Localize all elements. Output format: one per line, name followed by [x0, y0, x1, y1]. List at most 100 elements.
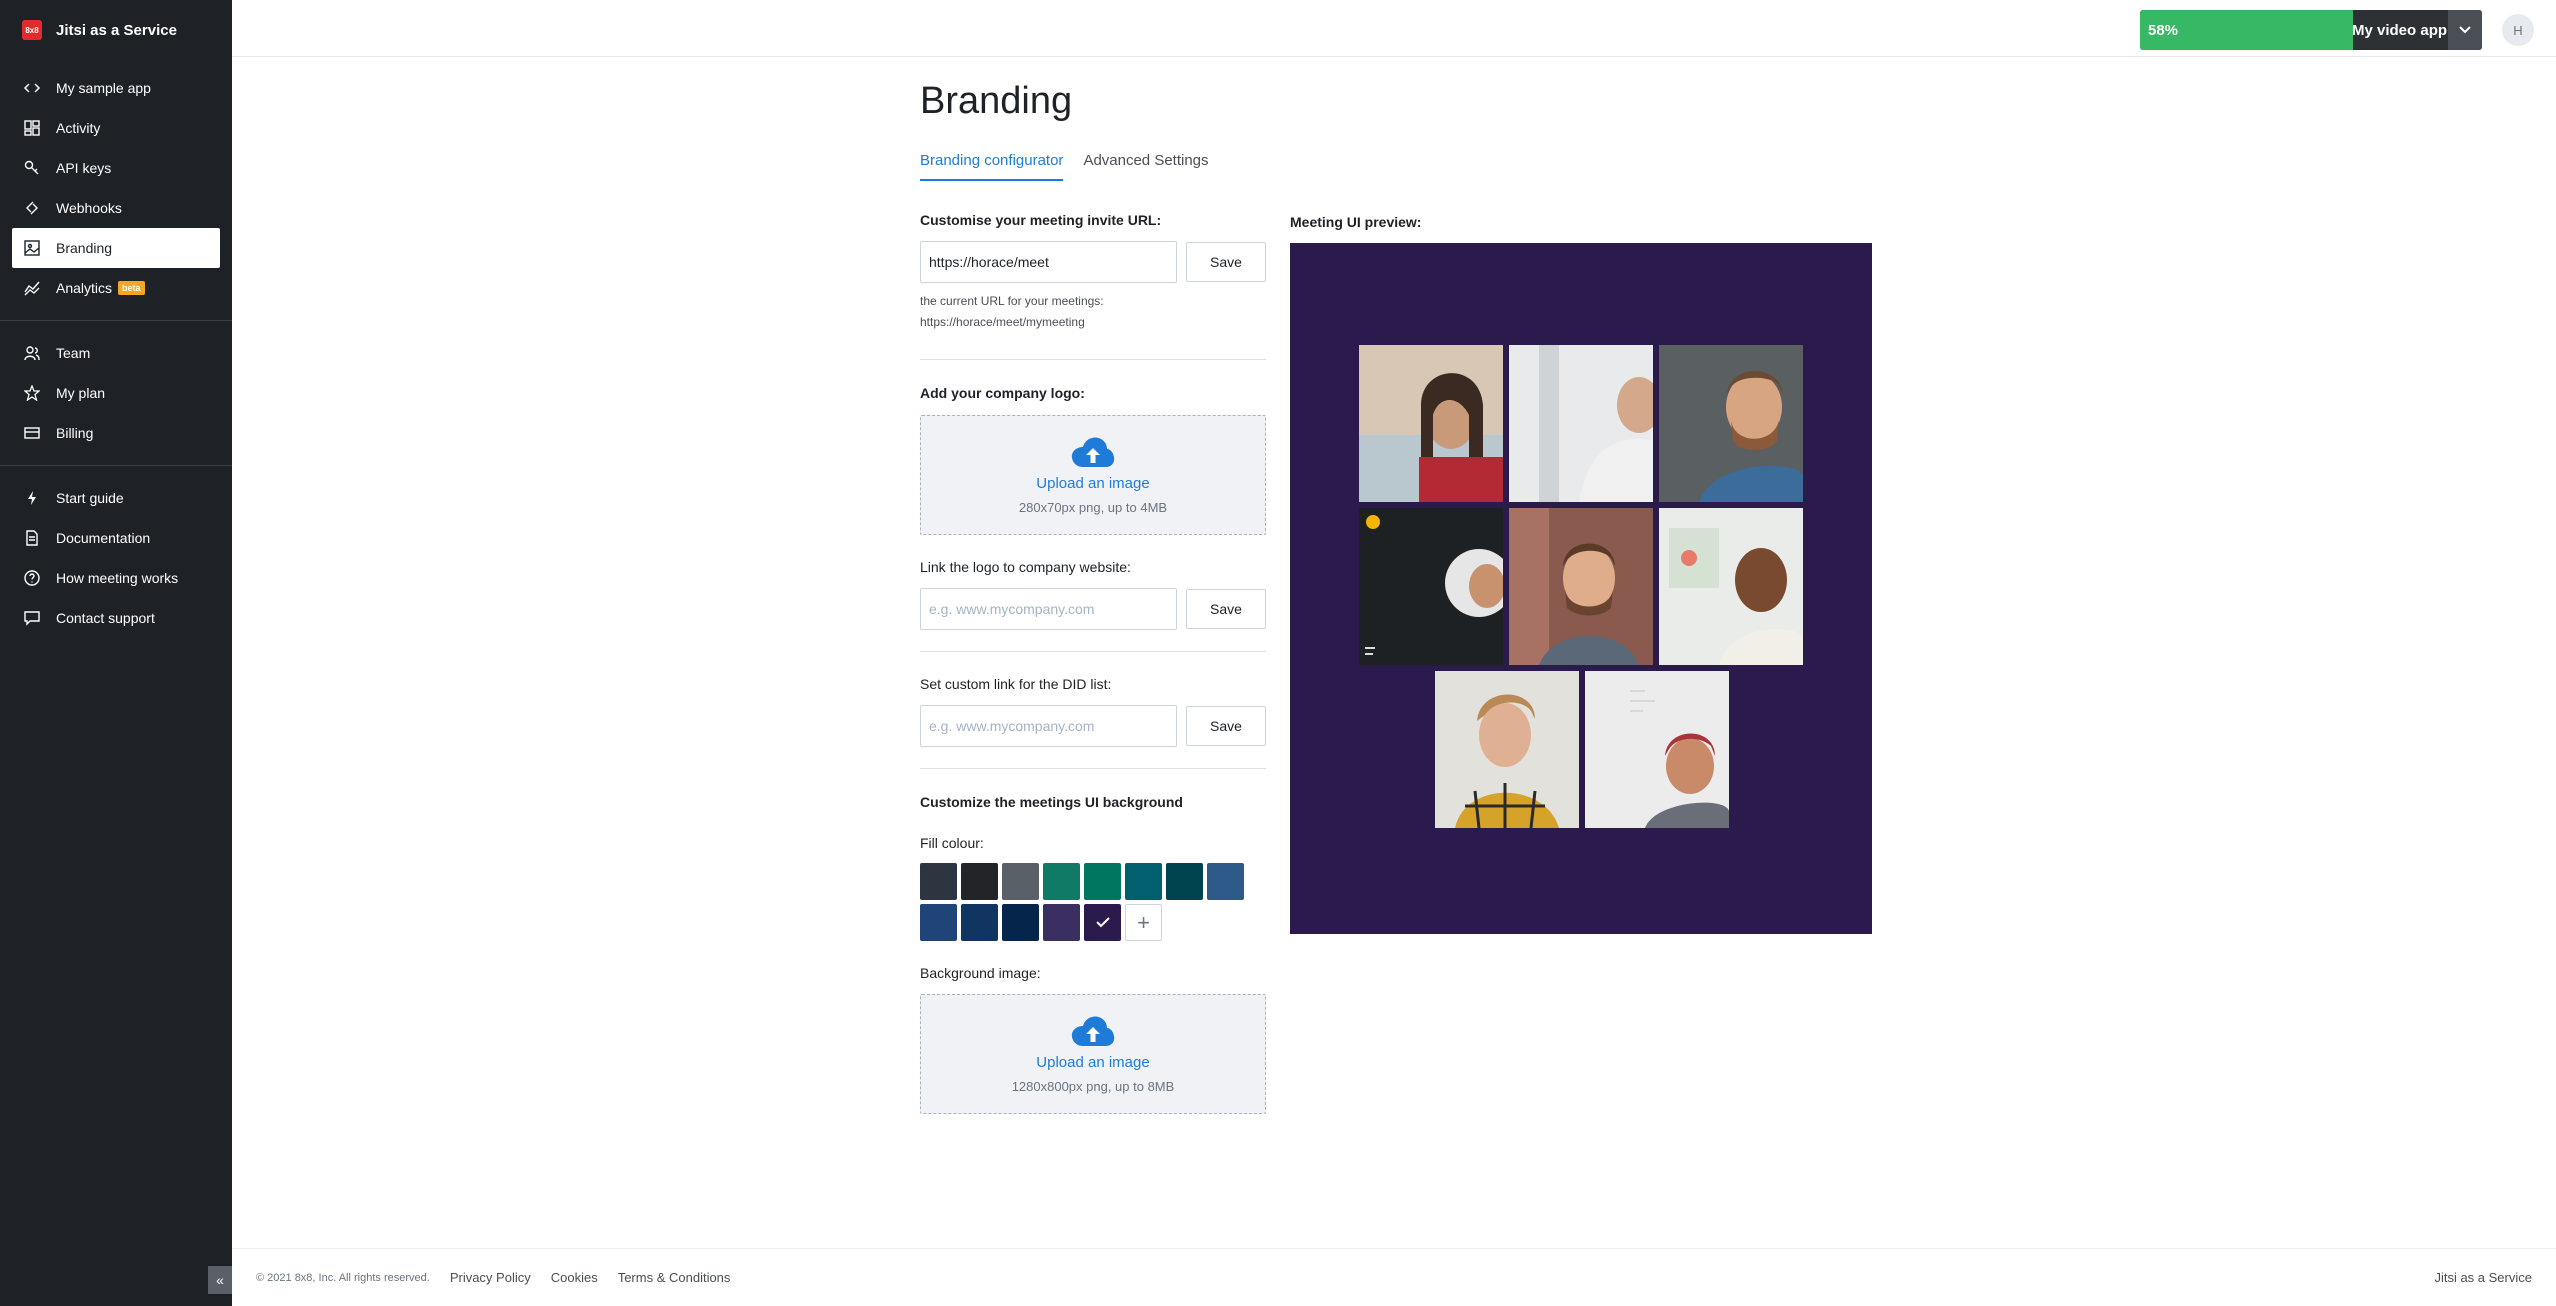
- sidebar-item-label: Start guide: [56, 490, 124, 506]
- help-icon: [24, 570, 40, 586]
- divider: [920, 359, 1266, 360]
- nav-divider: [0, 465, 232, 466]
- sidebar-item-analytics[interactable]: Analytics beta: [12, 268, 220, 308]
- sidebar-item-contact-support[interactable]: Contact support: [12, 598, 220, 638]
- setup-progress-bar: 58%: [2140, 10, 2353, 50]
- current-url-hint: the current URL for your meetings:: [920, 294, 1104, 308]
- participant-video: [1585, 671, 1729, 828]
- sidebar-item-label: Webhooks: [56, 200, 122, 216]
- sidebar-item-label: Branding: [56, 240, 113, 256]
- colour-swatch[interactable]: [920, 863, 957, 900]
- terms-link[interactable]: Terms & Conditions: [618, 1270, 731, 1285]
- cloud-upload-icon: [1071, 437, 1115, 467]
- invite-url-label: Customise your meeting invite URL:: [920, 212, 1162, 228]
- colour-swatch[interactable]: [1125, 863, 1162, 900]
- sidebar-item-label: My sample app: [56, 80, 151, 96]
- chat-icon: [24, 610, 40, 626]
- participant-video: [1435, 671, 1579, 828]
- participant-video: [1359, 508, 1503, 665]
- colour-swatch[interactable]: [1084, 863, 1121, 900]
- tab-advanced-settings[interactable]: Advanced Settings: [1083, 152, 1208, 181]
- sidebar-item-activity[interactable]: Activity: [12, 108, 220, 148]
- brand[interactable]: 8x8 Jitsi as a Service: [22, 20, 177, 40]
- colour-swatches: +: [920, 863, 1266, 941]
- sidebar-item-label: Team: [56, 345, 91, 361]
- sidebar-item-label: Contact support: [56, 610, 155, 626]
- sidebar-item-start-guide[interactable]: Start guide: [12, 478, 220, 518]
- meeting-ui-preview: [1290, 243, 1872, 934]
- sidebar-item-documentation[interactable]: Documentation: [12, 518, 220, 558]
- footer-brand: Jitsi as a Service: [2434, 1270, 2532, 1285]
- add-colour-button[interactable]: +: [1125, 904, 1162, 941]
- participant-video: [1659, 508, 1803, 665]
- sidebar-item-team[interactable]: Team: [12, 333, 220, 373]
- colour-swatch[interactable]: [920, 904, 957, 941]
- colour-swatch[interactable]: [961, 904, 998, 941]
- colour-swatch[interactable]: [1002, 904, 1039, 941]
- sidebar-item-branding[interactable]: Branding: [12, 228, 220, 268]
- privacy-policy-link[interactable]: Privacy Policy: [450, 1270, 531, 1285]
- brand-logo: 8x8: [22, 20, 42, 40]
- company-logo-label: Add your company logo:: [920, 385, 1085, 401]
- participant-video: [1659, 345, 1803, 502]
- avatar[interactable]: H: [2502, 14, 2534, 46]
- beta-badge: beta: [118, 281, 145, 295]
- code-icon: [24, 80, 40, 96]
- sidebar-item-billing[interactable]: Billing: [12, 413, 220, 453]
- card-icon: [24, 425, 40, 441]
- logo-upload-area[interactable]: Upload an image 280x70px png, up to 4MB: [920, 415, 1266, 535]
- sidebar-item-how-meeting-works[interactable]: How meeting works: [12, 558, 220, 598]
- team-icon: [24, 345, 40, 361]
- topbar: 58% My video app H: [232, 0, 2556, 57]
- colour-swatch[interactable]: [1043, 863, 1080, 900]
- sidebar-item-my-sample-app[interactable]: My sample app: [12, 68, 220, 108]
- image-icon: [24, 240, 40, 256]
- sidebar-item-label: My plan: [56, 385, 106, 401]
- app-switcher[interactable]: 58% My video app: [2140, 10, 2482, 50]
- branding-form: Customise your meeting invite URL: https…: [920, 200, 1266, 1114]
- lightning-icon: [24, 490, 40, 506]
- chart-icon: [24, 280, 40, 296]
- logo-website-input[interactable]: [920, 588, 1177, 630]
- app-switcher-dropdown[interactable]: [2448, 10, 2482, 50]
- background-heading: Customize the meetings UI background: [920, 794, 1183, 810]
- collapse-sidebar-button[interactable]: «: [208, 1266, 232, 1294]
- chevron-down-icon: [2459, 26, 2471, 34]
- fill-colour-label: Fill colour:: [920, 835, 984, 851]
- upload-image-link[interactable]: Upload an image: [1036, 1054, 1149, 1071]
- sidebar-nav: My sample app Activity API keys Webhooks…: [0, 68, 232, 638]
- document-icon: [24, 530, 40, 546]
- sidebar-item-label: Analytics: [56, 280, 113, 296]
- sidebar-item-my-plan[interactable]: My plan: [12, 373, 220, 413]
- upload-image-link[interactable]: Upload an image: [1036, 475, 1149, 492]
- copyright: © 2021 8x8, Inc. All rights reserved.: [256, 1271, 430, 1284]
- footer: © 2021 8x8, Inc. All rights reserved. Pr…: [232, 1248, 2556, 1306]
- background-upload-area[interactable]: Upload an image 1280x800px png, up to 8M…: [920, 994, 1266, 1114]
- save-did-link-button[interactable]: Save: [1186, 706, 1266, 746]
- current-url: https://horace/meet/mymeeting: [920, 315, 1085, 329]
- sidebar-item-label: Billing: [56, 425, 94, 441]
- did-link-input[interactable]: [920, 705, 1177, 747]
- save-logo-website-button[interactable]: Save: [1186, 589, 1266, 629]
- tabs: Branding configurator Advanced Settings: [920, 152, 1209, 181]
- colour-swatch[interactable]: [1084, 904, 1121, 941]
- check-icon: [1095, 917, 1110, 928]
- star-icon: [24, 385, 40, 401]
- colour-swatch[interactable]: [1166, 863, 1203, 900]
- save-invite-url-button[interactable]: Save: [1186, 242, 1266, 282]
- colour-swatch[interactable]: [1207, 863, 1244, 900]
- divider: [920, 651, 1266, 652]
- colour-swatch[interactable]: [1043, 904, 1080, 941]
- sidebar-item-api-keys[interactable]: API keys: [12, 148, 220, 188]
- colour-swatch[interactable]: [961, 863, 998, 900]
- divider: [920, 768, 1266, 769]
- sidebar-item-label: API keys: [56, 160, 112, 176]
- tab-branding-configurator[interactable]: Branding configurator: [920, 152, 1064, 181]
- sidebar-item-webhooks[interactable]: Webhooks: [12, 188, 220, 228]
- cookies-link[interactable]: Cookies: [551, 1270, 598, 1285]
- did-link-label: Set custom link for the DID list:: [920, 676, 1112, 692]
- colour-swatch[interactable]: [1002, 863, 1039, 900]
- invite-url-field[interactable]: https://horace/meet: [920, 241, 1177, 283]
- brand-name: Jitsi as a Service: [56, 21, 177, 39]
- page-title: Branding: [920, 80, 1073, 122]
